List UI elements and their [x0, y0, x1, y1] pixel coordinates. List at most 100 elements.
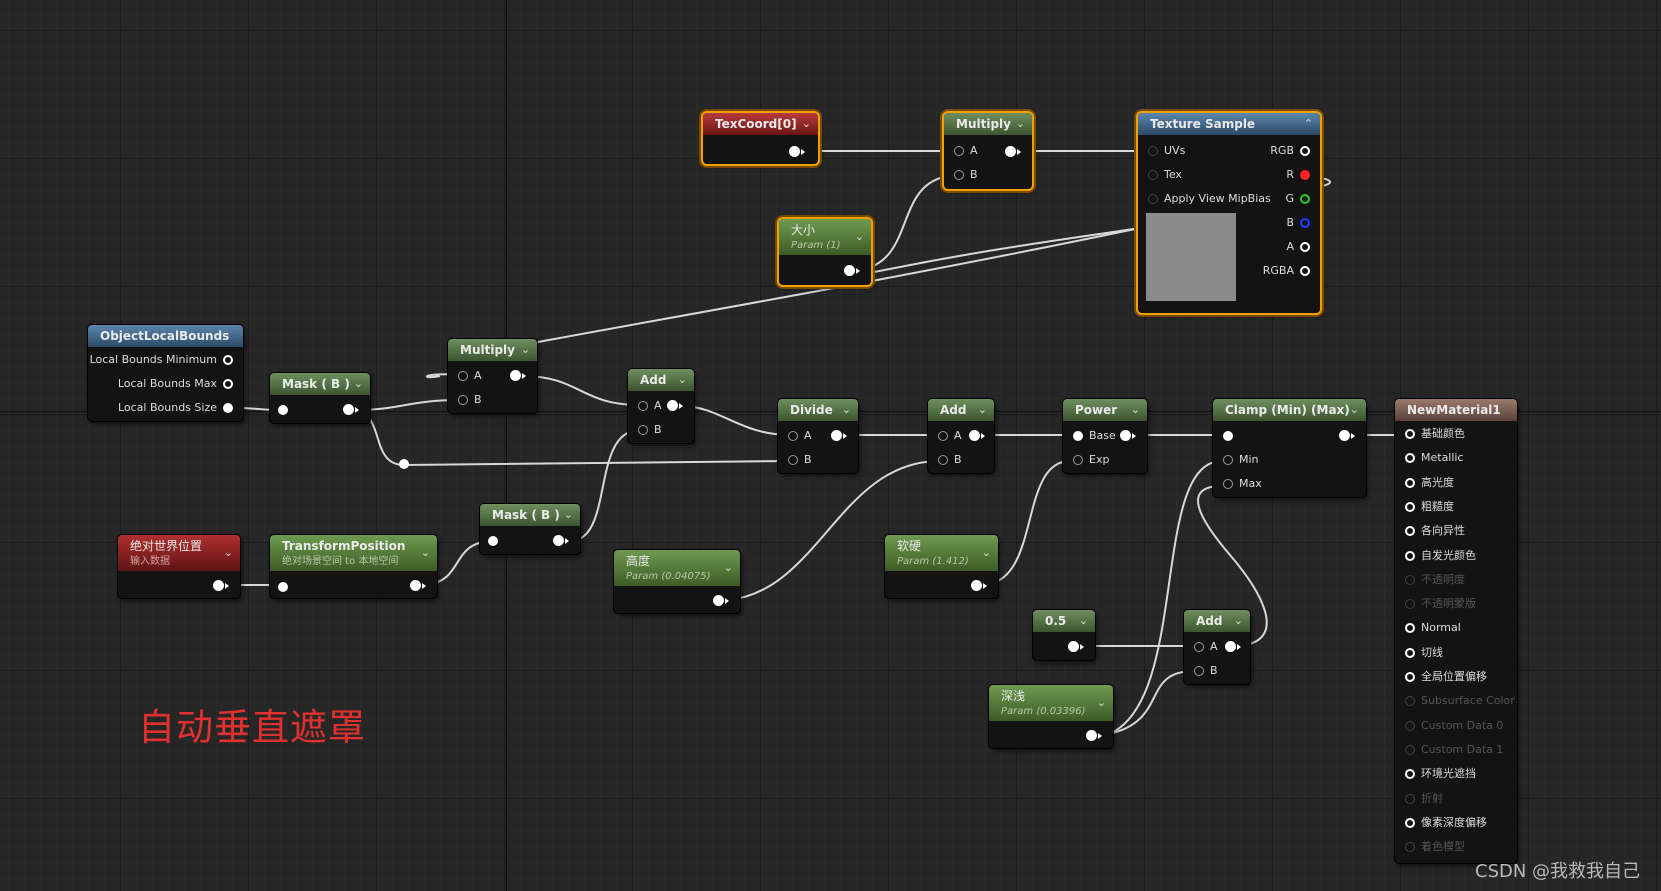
node-object-local-bounds[interactable]: ObjectLocalBounds Local Bounds Minimum L…	[88, 325, 243, 421]
output-pin[interactable]	[971, 580, 987, 591]
input-pin-b[interactable]: B	[636, 423, 662, 437]
chevron-up-icon[interactable]: ⌃	[1304, 113, 1313, 135]
node-divide[interactable]: Divide ⌄ A B	[778, 399, 858, 473]
material-input-pin[interactable]: Normal	[1403, 621, 1461, 635]
chevron-down-icon[interactable]: ⌄	[1016, 113, 1025, 135]
chevron-down-icon[interactable]: ⌄	[224, 545, 233, 561]
material-input-pin[interactable]: Subsurface Color	[1403, 694, 1515, 708]
node-param-height[interactable]: 高度 Param (0.04075) ⌄	[614, 550, 740, 613]
chevron-down-icon[interactable]: ⌄	[1079, 610, 1088, 632]
node-transform-position[interactable]: TransformPosition 绝对场景空间 to 本地空间 ⌄	[270, 535, 437, 598]
material-input-pin[interactable]: 粗糙度	[1403, 500, 1454, 514]
chevron-down-icon[interactable]: ⌄	[978, 399, 987, 421]
chevron-down-icon[interactable]: ⌄	[802, 113, 811, 135]
input-pin-b[interactable]: B	[936, 453, 962, 467]
chevron-down-icon[interactable]: ⌄	[982, 545, 991, 561]
material-input-pin[interactable]: 切线	[1403, 646, 1443, 660]
output-pin[interactable]	[510, 370, 526, 381]
node-texcoord[interactable]: TexCoord[0] ⌄	[703, 113, 818, 164]
output-pin[interactable]	[831, 430, 847, 441]
node-mask-b-1[interactable]: Mask ( B ) ⌄	[270, 373, 370, 423]
material-input-pin[interactable]: 基础颜色	[1403, 427, 1465, 441]
output-pin[interactable]	[1339, 430, 1355, 441]
chevron-down-icon[interactable]: ⌄	[1097, 695, 1106, 711]
input-pin-mipbias[interactable]: Apply View MipBias	[1146, 192, 1271, 206]
node-param-size[interactable]: 大小 Param (1) ⌄	[779, 219, 871, 285]
node-add-2[interactable]: Add ⌄ A B	[928, 399, 994, 473]
input-pin-b[interactable]: B	[786, 453, 812, 467]
output-pin-rgba[interactable]: RGBA	[1263, 264, 1312, 278]
input-pin-b[interactable]: B	[1192, 664, 1218, 678]
material-input-pin[interactable]: 高光度	[1403, 476, 1454, 490]
node-mask-b-2[interactable]: Mask ( B ) ⌄	[480, 504, 580, 554]
output-pin[interactable]	[553, 535, 569, 546]
input-pin[interactable]	[278, 405, 288, 415]
output-pin-bounds-size[interactable]: Local Bounds Size	[118, 401, 235, 415]
output-pin[interactable]	[1225, 641, 1241, 652]
input-pin-base[interactable]: Base	[1071, 429, 1116, 443]
node-add-3[interactable]: Add ⌄ A B	[1184, 610, 1250, 684]
input-pin-a[interactable]: A	[952, 144, 978, 158]
chevron-down-icon[interactable]: ⌄	[421, 545, 430, 561]
node-multiply-mid[interactable]: Multiply ⌄ A B	[448, 339, 537, 413]
output-pin[interactable]	[1068, 641, 1084, 652]
input-pin-max[interactable]: Max	[1221, 477, 1262, 491]
node-add-1[interactable]: Add ⌄ A B	[628, 369, 694, 443]
output-pin[interactable]	[844, 265, 860, 276]
material-input-pin[interactable]: Custom Data 0	[1403, 719, 1503, 733]
input-pin[interactable]	[488, 536, 498, 546]
material-input-pin[interactable]: 折射	[1403, 792, 1443, 806]
input-pin-exp[interactable]: Exp	[1071, 453, 1109, 467]
chevron-down-icon[interactable]: ⌄	[1234, 610, 1243, 632]
material-input-pin[interactable]: 各向异性	[1403, 524, 1465, 538]
output-pin[interactable]	[1120, 430, 1136, 441]
output-pin-g[interactable]: G	[1285, 192, 1312, 206]
input-pin-uvs[interactable]: UVs	[1146, 144, 1185, 158]
input-pin[interactable]	[278, 582, 288, 592]
chevron-down-icon[interactable]: ⌄	[1131, 399, 1140, 421]
input-pin-b[interactable]: B	[952, 168, 978, 182]
chevron-down-icon[interactable]: ⌄	[354, 373, 363, 395]
chevron-down-icon[interactable]: ⌄	[724, 560, 733, 576]
material-input-pin[interactable]: 环境光遮挡	[1403, 767, 1476, 781]
output-pin-a[interactable]: A	[1286, 240, 1312, 254]
output-pin[interactable]	[713, 595, 729, 606]
input-pin-value[interactable]	[1223, 431, 1233, 441]
input-pin-tex[interactable]: Tex	[1146, 168, 1182, 182]
chevron-down-icon[interactable]: ⌄	[855, 229, 864, 245]
node-absolute-world-position[interactable]: 绝对世界位置 输入数据 ⌄	[118, 535, 240, 598]
output-pin[interactable]	[969, 430, 985, 441]
material-input-pin[interactable]: 着色模型	[1403, 840, 1465, 854]
chevron-down-icon[interactable]: ⌄	[521, 339, 530, 361]
material-input-pin[interactable]: 不透明蒙版	[1403, 597, 1476, 611]
input-pin-b[interactable]: B	[456, 393, 482, 407]
input-pin-a[interactable]: A	[1192, 640, 1218, 654]
node-material-output[interactable]: NewMaterial1 基础颜色 Metallic 高光度 粗糙度 各向异性 自发光颜色…	[1395, 399, 1517, 863]
output-pin[interactable]	[213, 580, 229, 591]
node-power[interactable]: Power ⌄ Base Exp	[1063, 399, 1147, 473]
output-pin[interactable]	[1005, 146, 1021, 157]
output-pin-bounds-min[interactable]: Local Bounds Minimum	[90, 353, 235, 367]
output-pin[interactable]	[410, 580, 426, 591]
output-pin-r[interactable]: R	[1286, 168, 1312, 182]
material-input-pin[interactable]: Custom Data 1	[1403, 743, 1503, 757]
node-multiply-top[interactable]: Multiply ⌄ A B	[944, 113, 1032, 189]
input-pin-a[interactable]: A	[786, 429, 812, 443]
node-param-hardness[interactable]: 软硬 Param (1.412) ⌄	[885, 535, 998, 598]
output-pin[interactable]	[789, 146, 805, 157]
output-pin-rgb[interactable]: RGB	[1270, 144, 1312, 158]
output-pin-bounds-max[interactable]: Local Bounds Max	[118, 377, 235, 391]
input-pin-a[interactable]: A	[936, 429, 962, 443]
node-texture-sample[interactable]: Texture Sample ⌃ UVs Tex Apply View MipBi…	[1138, 113, 1320, 313]
output-pin-b[interactable]: B	[1286, 216, 1312, 230]
reroute-node[interactable]	[399, 459, 409, 469]
chevron-down-icon[interactable]: ⌄	[678, 369, 687, 391]
chevron-down-icon[interactable]: ⌄	[1350, 399, 1359, 421]
input-pin-a[interactable]: A	[636, 399, 662, 413]
material-input-pin[interactable]: 全局位置偏移	[1403, 670, 1487, 684]
material-input-pin[interactable]: 不透明度	[1403, 573, 1465, 587]
output-pin[interactable]	[343, 404, 359, 415]
output-pin[interactable]	[667, 400, 683, 411]
material-input-pin[interactable]: 像素深度偏移	[1403, 816, 1487, 830]
node-constant-half[interactable]: 0.5 ⌄	[1033, 610, 1095, 660]
